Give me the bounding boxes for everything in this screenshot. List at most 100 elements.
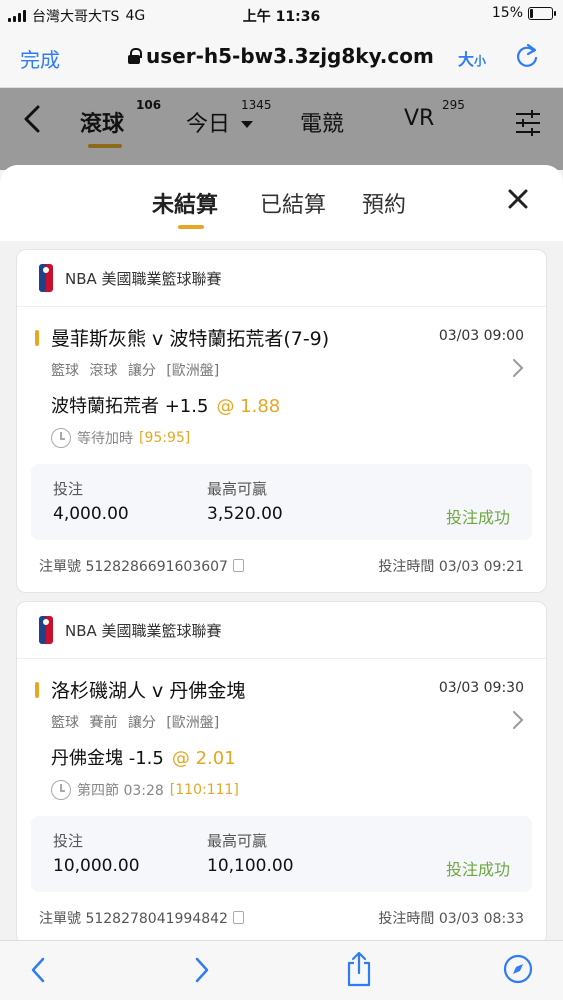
match-marker	[35, 330, 39, 346]
nav-tab-today[interactable]: 今日 1345	[186, 98, 272, 138]
tab-unsettled[interactable]: 未結算	[152, 187, 219, 229]
match-marker	[35, 682, 39, 698]
nav-tab-vr-count: 295	[442, 98, 465, 112]
bet-time: 投注時間 03/03 09:21	[378, 559, 524, 575]
bet-result-status: 投注成功	[445, 508, 510, 527]
clock-time: 上午 11:36	[242, 9, 321, 25]
nav-tab-today-label: 今日	[186, 112, 231, 137]
browser-forward-icon[interactable]	[192, 955, 212, 989]
tab-reserved[interactable]: 預約	[362, 187, 406, 219]
selection-label: 丹佛金塊 -1.5	[51, 748, 164, 769]
url-field[interactable]: user-h5-bw3.3zjg8ky.com	[128, 44, 434, 68]
app-nav: 滾球 106 今日 1345 電競 VR 295	[0, 88, 563, 170]
ticket-number: 注單號 5128286691603607	[39, 556, 244, 576]
league-header: NBA 美國職業籃球聯賽	[39, 264, 222, 292]
ticket-number: 注單號 5128278041994842	[39, 908, 244, 928]
game-status: 等待加時 [95:95]	[51, 428, 190, 448]
bet-market-tags: 籃球 賽前 讓分 [歐洲盤]	[51, 715, 220, 731]
text-size-button[interactable]: 大小	[458, 46, 486, 70]
nav-tab-vr-label: VR	[404, 106, 435, 131]
tab-active-underline	[178, 225, 204, 229]
browser-bottom-toolbar	[0, 940, 563, 1000]
ticket-number-text: 注單號 5128286691603607	[39, 559, 228, 575]
odds-value: @ 1.88	[216, 396, 281, 417]
dropdown-arrow-icon	[241, 121, 254, 128]
bet-selection: 波特蘭拓荒者 +1.5 @ 1.88	[51, 392, 280, 418]
bet-amount-box: 投注 4,000.00 最高可贏 3,520.00 投注成功	[31, 464, 532, 540]
match-time: 03/03 09:30	[438, 680, 524, 696]
nav-active-underline	[88, 144, 122, 148]
bet-card[interactable]: NBA 美國職業籃球聯賽 曼菲斯灰熊 v 波特蘭拓荒者(7-9) 03/03 0…	[16, 249, 547, 593]
odds-value: @ 2.01	[171, 748, 236, 769]
text-size-small-label: 小	[474, 54, 487, 68]
league-header: NBA 美國職業籃球聯賽	[39, 616, 222, 644]
reload-icon[interactable]	[514, 42, 540, 74]
chevron-right-icon[interactable]	[512, 710, 524, 736]
compass-icon[interactable]	[502, 953, 534, 989]
copy-icon[interactable]	[232, 559, 244, 572]
stake-value: 4,000.00	[53, 504, 129, 524]
nav-tab-live-label: 滾球	[80, 112, 125, 137]
score-text: [110:111]	[169, 782, 239, 798]
nba-logo-icon	[39, 264, 53, 292]
max-win-label: 最高可贏	[207, 480, 268, 498]
clock-icon	[51, 780, 71, 800]
filter-menu-icon[interactable]	[514, 110, 542, 140]
clock-icon	[51, 428, 71, 448]
tab-unsettled-label: 未結算	[152, 193, 219, 218]
lock-icon	[128, 48, 142, 64]
ticket-number-text: 注單號 5128278041994842	[39, 911, 228, 927]
text-size-big-label: 大	[458, 50, 475, 69]
game-status-text: 第四節 03:28	[77, 783, 164, 799]
back-icon[interactable]	[22, 104, 42, 142]
chevron-right-icon[interactable]	[512, 358, 524, 384]
nav-tab-esports-label: 電競	[300, 112, 345, 137]
score-text: [95:95]	[139, 430, 191, 446]
nav-tab-live-count: 106	[136, 98, 162, 112]
bet-amount-box: 投注 10,000.00 最高可贏 10,100.00 投注成功	[31, 816, 532, 892]
game-status-text: 等待加時	[77, 431, 133, 447]
bet-footer: 注單號 5128278041994842 投注時間 03/03 08:33	[39, 908, 524, 928]
share-icon[interactable]	[344, 951, 374, 991]
nav-tab-esports[interactable]: 電競	[300, 106, 344, 138]
league-name: NBA 美國職業籃球聯賽	[65, 269, 222, 288]
sheet-header: 未結算 已結算 預約	[0, 165, 563, 241]
close-icon[interactable]	[506, 187, 530, 215]
selection-label: 波特蘭拓荒者 +1.5	[51, 396, 209, 417]
match-title: 洛杉磯湖人 v 丹佛金塊	[51, 680, 246, 702]
max-win-label: 最高可贏	[207, 832, 268, 850]
max-win-value: 3,520.00	[207, 504, 283, 524]
match-title: 曼菲斯灰熊 v 波特蘭拓荒者(7-9)	[51, 328, 330, 350]
battery-icon	[528, 6, 556, 20]
nav-tab-live[interactable]: 滾球 106	[80, 98, 161, 148]
divider	[17, 306, 546, 307]
bet-market-tags: 籃球 滾球 讓分 [歐洲盤]	[51, 363, 220, 379]
copy-icon[interactable]	[232, 911, 244, 924]
stake-label: 投注	[53, 832, 84, 850]
tab-settled[interactable]: 已結算	[260, 187, 326, 219]
nav-tab-today-count: 1345	[241, 98, 272, 112]
url-text: user-h5-bw3.3zjg8ky.com	[146, 44, 434, 68]
tab-settled-label: 已結算	[260, 193, 327, 218]
game-status: 第四節 03:28 [110:111]	[51, 780, 239, 800]
status-bar: 台灣大哥大TS 4G 上午 11:36 15%	[0, 0, 563, 30]
battery-percent: 15%	[491, 5, 523, 21]
league-name: NBA 美國職業籃球聯賽	[65, 621, 222, 640]
bet-time: 投注時間 03/03 08:33	[378, 911, 524, 927]
bet-result-status: 投注成功	[445, 860, 510, 879]
bet-footer: 注單號 5128286691603607 投注時間 03/03 09:21	[39, 556, 524, 576]
bet-selection: 丹佛金塊 -1.5 @ 2.01	[51, 744, 236, 770]
divider	[17, 658, 546, 659]
stake-label: 投注	[53, 480, 84, 498]
nba-logo-icon	[39, 616, 53, 644]
browser-toolbar: 完成 user-h5-bw3.3zjg8ky.com 大小	[0, 30, 563, 88]
match-time: 03/03 09:00	[438, 328, 524, 344]
bet-records-sheet: 未結算 已結算 預約 NBA 美國職業籃球聯賽 曼菲斯灰熊 v 波特蘭拓荒者(7…	[0, 165, 563, 940]
max-win-value: 10,100.00	[207, 856, 294, 876]
stake-value: 10,000.00	[53, 856, 140, 876]
done-button[interactable]: 完成	[20, 44, 60, 73]
nav-tab-vr[interactable]: VR 295	[404, 98, 465, 131]
browser-back-icon[interactable]	[28, 955, 48, 989]
tab-reserved-label: 預約	[362, 193, 407, 218]
bet-card[interactable]: NBA 美國職業籃球聯賽 洛杉磯湖人 v 丹佛金塊 03/03 09:30 籃球…	[16, 601, 547, 940]
